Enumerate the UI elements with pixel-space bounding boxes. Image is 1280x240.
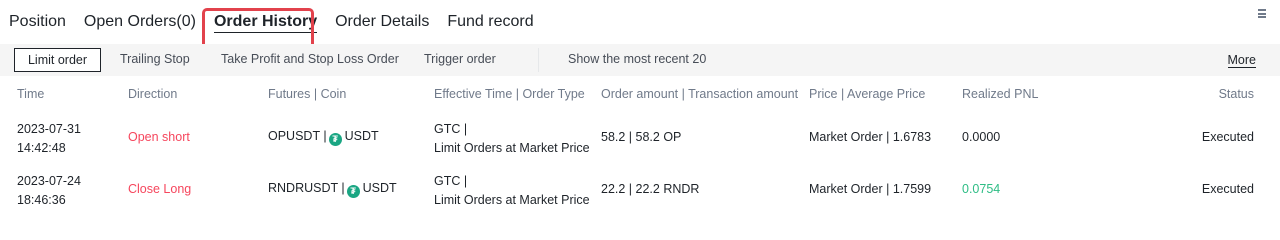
row-futures-coin: OPUSDT | ₮ USDT — [268, 127, 379, 146]
row-effective-time: GTC | — [434, 122, 468, 136]
table-row: 2023-07-31 14:42:48 Open short OPUSDT | ₮… — [0, 118, 1280, 170]
row-order-type: Limit Orders at Market Price — [434, 193, 590, 207]
col-futures-coin: Futures | Coin — [268, 87, 347, 101]
tab-order-details[interactable]: Order Details — [335, 13, 429, 31]
row-direction: Close Long — [128, 182, 192, 196]
row-amount: 58.2 | 58.2 OP — [601, 130, 682, 144]
row-direction: Open short — [128, 130, 190, 144]
row-futures: OPUSDT | — [268, 129, 327, 143]
row-futures-coin: RNDRUSDT | ₮ USDT — [268, 179, 397, 198]
row-status: Executed — [1201, 182, 1254, 196]
menu-icon[interactable] — [1258, 9, 1266, 19]
row-price: Market Order | 1.6783 — [809, 130, 932, 144]
tab-open-orders[interactable]: Open Orders(0) — [84, 13, 196, 31]
row-amount: 22.2 | 22.2 RNDR — [601, 182, 700, 196]
row-date: 2023-07-24 — [17, 174, 81, 188]
usdt-icon: ₮ — [328, 133, 342, 146]
more-link[interactable]: More — [1227, 53, 1256, 68]
table-header: Time Direction Futures | Coin Effective … — [0, 76, 1280, 110]
row-coin: USDT — [344, 129, 379, 143]
filter-divider — [538, 48, 539, 72]
col-status: Status — [1218, 87, 1254, 101]
row-futures: RNDRUSDT | — [268, 181, 345, 195]
filter-limit-order[interactable]: Limit order — [14, 48, 101, 72]
show-recent-label: Show the most recent 20 — [568, 52, 707, 66]
row-time: 18:46:36 — [17, 193, 66, 207]
row-coin: USDT — [362, 181, 397, 195]
row-order-type: Limit Orders at Market Price — [434, 141, 590, 155]
col-price: Price | Average Price — [809, 87, 926, 101]
row-realized-pnl: 0.0000 — [962, 130, 1001, 144]
row-effective-time: GTC | — [434, 174, 468, 188]
filter-tp-sl-order[interactable]: Take Profit and Stop Loss Order — [221, 48, 399, 72]
row-date: 2023-07-31 — [17, 122, 81, 136]
col-time: Time — [17, 87, 45, 101]
row-time: 14:42:48 — [17, 141, 66, 155]
filter-bar: Limit order Trailing Stop Take Profit an… — [0, 44, 1280, 76]
row-status: Executed — [1201, 130, 1254, 144]
filter-trailing-stop[interactable]: Trailing Stop — [120, 48, 190, 72]
row-realized-pnl: 0.0754 — [962, 182, 1001, 196]
col-realized-pnl: Realized PNL — [962, 87, 1039, 101]
table-row: 2023-07-24 18:46:36 Close Long RNDRUSDT … — [0, 170, 1280, 222]
row-price: Market Order | 1.7599 — [809, 182, 932, 196]
col-amount: Order amount | Transaction amount — [601, 87, 799, 101]
tab-order-history[interactable]: Order History — [213, 12, 318, 33]
tab-position[interactable]: Position — [9, 13, 66, 31]
tab-fund-record[interactable]: Fund record — [447, 13, 533, 31]
col-effective-order-type: Effective Time | Order Type — [434, 87, 585, 101]
col-direction: Direction — [128, 87, 178, 101]
tab-bar: Position Open Orders(0) Order History Or… — [0, 0, 1280, 44]
usdt-icon: ₮ — [346, 185, 360, 198]
filter-trigger-order[interactable]: Trigger order — [424, 48, 496, 72]
